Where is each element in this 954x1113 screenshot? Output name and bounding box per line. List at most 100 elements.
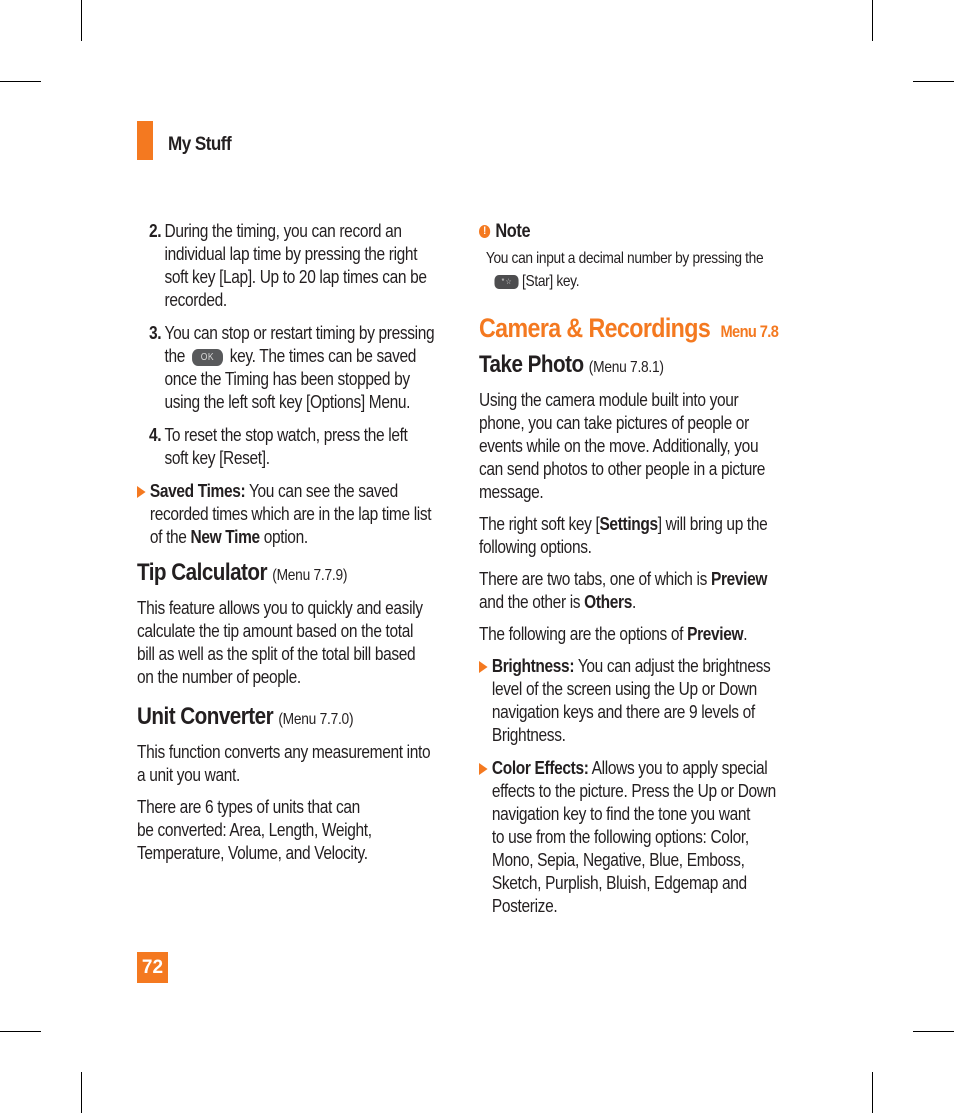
text-line: There are 6 types of units that can	[137, 797, 360, 817]
tabs-paragraph: There are two tabs, one of which is Prev…	[479, 568, 778, 614]
menu-reference: Menu 7.8	[720, 322, 779, 341]
text-fragment: .	[743, 624, 748, 644]
crop-mark	[81, 1072, 82, 1113]
text-line: navigation key to find the tone you want	[491, 804, 751, 824]
section-title: My Stuff	[168, 134, 232, 155]
text-fragment: The following are the options of	[479, 624, 688, 644]
step-number: 4.	[149, 425, 162, 445]
text-fragment: .	[632, 592, 636, 612]
text-line: There are two tabs, one of which is Prev…	[479, 568, 778, 591]
menu-reference: (Menu 7.7.0)	[278, 711, 354, 728]
text-line: navigation keys and there are 9 levels o…	[491, 702, 755, 722]
crop-mark	[872, 0, 873, 41]
section-accent-bar	[137, 121, 153, 160]
text-fragment: The right soft key [	[479, 514, 600, 534]
unit-converter-description: This function converts any measurement i…	[137, 741, 434, 787]
bullet-arrow-icon	[479, 763, 488, 775]
tip-calculator-description: This feature allows you to quickly and e…	[137, 597, 434, 689]
text-line: recorded times which are in the lap time…	[149, 504, 432, 524]
bullet-label: Saved Times:	[149, 481, 246, 501]
text-fragment: and the other is	[479, 592, 585, 612]
text-line: and the other is Others.	[479, 591, 778, 614]
text-line: following options.	[479, 537, 592, 557]
text-line: To reset the stop watch, press the left	[164, 425, 408, 445]
menu-reference: (Menu 7.7.9)	[272, 567, 348, 584]
heading-title: Unit Converter	[137, 703, 274, 730]
step-number: 3.	[149, 323, 162, 343]
camera-recordings-heading: Camera & Recordings Menu 7.8	[479, 315, 779, 343]
saved-times-bullet: Saved Times: You can see the saved recor…	[137, 480, 434, 549]
brightness-bullet: Brightness: You can adjust the brightnes…	[479, 655, 778, 747]
heading-title: Take Photo	[479, 351, 584, 378]
text-fragment: the	[164, 346, 186, 366]
text-line: Sketch, Purplish, Bluish, Edgemap and	[491, 873, 747, 893]
text-fragment: [Star] key.	[522, 273, 580, 290]
ok-key-icon: OK	[191, 348, 223, 366]
text-line: recorded.	[164, 290, 228, 310]
color-effects-bullet: Color Effects: Allows you to apply speci…	[479, 757, 778, 918]
text-line: * ☆ [Star] key.	[486, 270, 778, 293]
text-fragment: Allows you to apply special	[588, 758, 768, 778]
text-line: You can stop or restart timing by pressi…	[164, 323, 435, 343]
text-line: Color Effects: Allows you to apply speci…	[492, 757, 778, 780]
text-fragment: key. The times can be saved	[229, 346, 417, 366]
text-line: message.	[479, 482, 544, 502]
text-line: using the left soft key [Options] Menu.	[164, 392, 411, 412]
crop-mark	[872, 1072, 873, 1113]
text-line: individual lap time by pressing the righ…	[164, 244, 418, 264]
menu-reference: (Menu 7.8.1)	[588, 359, 664, 376]
text-fragment: of the	[149, 527, 191, 547]
text-line: of the New Time option.	[150, 526, 434, 549]
tip-calculator-heading: Tip Calculator (Menu 7.7.9)	[137, 561, 434, 587]
bold-term: Preview	[687, 624, 744, 644]
text-line: the OK key. The times can be saved	[165, 345, 435, 368]
left-column: 2. During the timing, you can record an …	[137, 220, 477, 874]
crop-mark	[0, 81, 41, 82]
bullet-label: Color Effects:	[491, 758, 589, 778]
text-line: Temperature, Volume, and Velocity.	[137, 843, 368, 863]
page-number: 72	[137, 952, 168, 983]
right-column: ! Note You can input a decimal number by…	[479, 220, 819, 928]
text-line: The right soft key [Settings] will bring…	[479, 513, 778, 536]
bold-term: Settings	[599, 514, 658, 534]
text-line: Posterize.	[491, 896, 558, 916]
text-line: events while on the move. Additionally, …	[479, 436, 759, 456]
text-line: soft key [Lap]. Up to 20 lap times can b…	[164, 267, 427, 287]
take-photo-description: Using the camera module built into your …	[479, 389, 778, 504]
text-line: This function converts any measurement i…	[137, 742, 431, 762]
text-line: Brightness.	[491, 725, 566, 745]
text-fragment: ] will bring up the	[657, 514, 768, 534]
exclamation-icon: !	[479, 225, 491, 238]
text-line: to use from the following options: Color…	[491, 827, 749, 847]
preview-options-paragraph: The following are the options of Preview…	[479, 623, 778, 646]
text-line: can send photos to other people in a pic…	[479, 459, 766, 479]
step-3: 3. You can stop or restart timing by pre…	[137, 322, 435, 414]
text-line: a unit you want.	[137, 765, 240, 785]
bullet-arrow-icon	[137, 486, 146, 498]
text-line: phone, you can take pictures of people o…	[479, 413, 749, 433]
note-heading: ! Note	[479, 220, 778, 243]
text-line: soft key [Reset].	[164, 448, 270, 468]
text-line: level of the screen using the Up or Down	[491, 679, 757, 699]
text-line: The following are the options of Preview…	[479, 623, 778, 646]
text-fragment: You can adjust the brightness	[574, 656, 771, 676]
settings-paragraph: The right soft key [Settings] will bring…	[479, 513, 778, 559]
step-4: 4. To reset the stop watch, press the le…	[137, 424, 434, 470]
bold-term: New Time	[190, 527, 261, 547]
crop-mark	[0, 1031, 41, 1032]
text-fragment: There are two tabs, one of which is	[479, 569, 711, 589]
text-line: You can input a decimal number by pressi…	[485, 250, 764, 267]
note-body: You can input a decimal number by pressi…	[486, 247, 778, 293]
text-line: During the timing, you can record an	[164, 221, 403, 241]
crop-mark	[913, 81, 954, 82]
star-key-icon: * ☆	[494, 274, 519, 289]
text-line: calculate the tip amount based on the to…	[137, 621, 414, 641]
text-fragment: You can see the saved	[245, 481, 398, 501]
unit-converter-types: There are 6 types of units that can be c…	[137, 796, 434, 865]
bold-term: Preview	[710, 569, 768, 589]
note-title: Note	[495, 221, 531, 242]
step-number: 2.	[149, 221, 162, 241]
crop-mark	[913, 1031, 954, 1032]
text-line: effects to the picture. Press the Up or …	[491, 781, 776, 801]
unit-converter-heading: Unit Converter (Menu 7.7.0)	[137, 705, 434, 731]
